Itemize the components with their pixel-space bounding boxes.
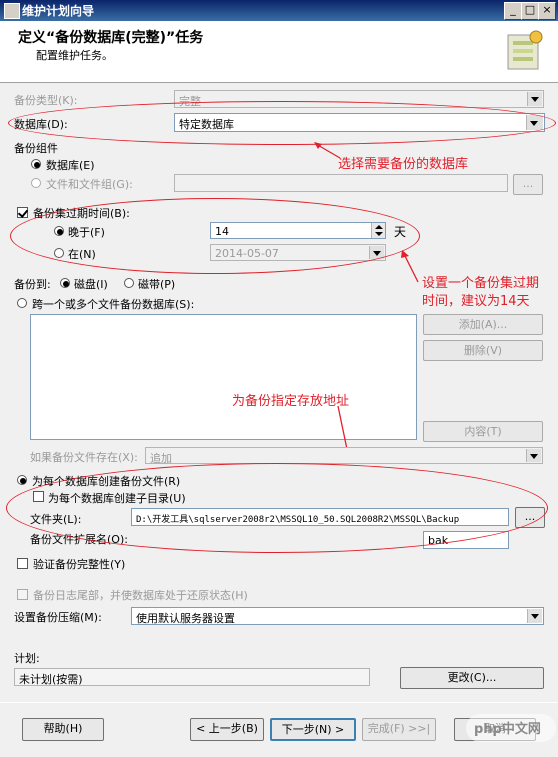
expire-on-label: 在(N) (68, 248, 96, 261)
annotation-arrow (401, 250, 419, 283)
title-bar: 维护计划向导 _ □ × (0, 0, 558, 21)
footer-divider (0, 702, 558, 703)
folder-input[interactable]: D:\开发工具\sqlserver2008r2\MSSQL10_50.SQL20… (131, 508, 509, 526)
annotation-arrow (314, 142, 341, 159)
extension-value: bak (428, 534, 449, 547)
annotation-expire-2: 时间，建议为14天 (422, 294, 530, 309)
chevron-down-icon (369, 246, 384, 259)
close-button[interactable]: × (538, 2, 556, 20)
back-button[interactable]: < 上一步(B) (190, 718, 264, 741)
expire-checkbox[interactable] (17, 207, 28, 218)
page-subtitle: 配置维护任务。 (36, 49, 113, 62)
annotation-select-db: 选择需要备份的数据库 (338, 157, 469, 172)
component-files-label: 文件和文件组(G): (46, 178, 133, 191)
component-database-label: 数据库(E) (46, 159, 95, 172)
expire-days-value: 14 (215, 225, 229, 238)
minimize-button[interactable]: _ (504, 2, 522, 20)
compression-select[interactable]: 使用默认服务器设置 (131, 607, 544, 625)
window-title: 维护计划向导 (22, 4, 95, 18)
help-button[interactable]: 帮助(H) (22, 718, 104, 741)
chevron-down-icon (526, 449, 541, 462)
watermark-text: php中文网 (474, 722, 541, 737)
component-files-radio[interactable] (31, 178, 41, 188)
finish-button[interactable]: 完成(F) >>| (362, 718, 436, 741)
per-db-file-label: 为每个数据库创建备份文件(R) (32, 475, 181, 488)
component-database-radio[interactable] (31, 159, 41, 169)
subdir-checkbox[interactable] (33, 491, 44, 502)
wizard-image-icon (507, 30, 543, 70)
backup-files-list[interactable] (30, 314, 417, 440)
app-icon (4, 3, 20, 19)
chevron-up-icon (375, 225, 383, 229)
backup-type-label: 备份类型(K): (14, 94, 78, 107)
verify-label: 验证备份完整性(Y) (33, 558, 126, 571)
compression-value: 使用默认服务器设置 (136, 612, 235, 625)
contents-button[interactable]: 内容(T) (423, 421, 543, 442)
tail-log-checkbox[interactable] (17, 589, 28, 600)
folder-value: D:\开发工具\sqlserver2008r2\MSSQL10_50.SQL20… (136, 515, 460, 525)
change-schedule-button[interactable]: 更改(C)... (400, 667, 544, 689)
expire-days-input[interactable]: 14 (210, 222, 386, 239)
compression-label: 设置备份压缩(M): (14, 611, 102, 624)
backup-components-label: 备份组件 (14, 142, 58, 155)
backup-to-tape-label: 磁带(P) (138, 278, 176, 291)
verify-checkbox[interactable] (17, 558, 28, 569)
annotation-path: 为备份指定存放地址 (232, 394, 350, 409)
expire-label: 备份集过期时间(B): (33, 207, 130, 220)
files-browse-button[interactable]: ... (513, 174, 543, 195)
if-exists-value: 追加 (150, 452, 172, 465)
files-input[interactable] (174, 174, 508, 192)
watermark: php中文网 (466, 714, 556, 742)
chevron-down-icon (375, 232, 383, 236)
next-button[interactable]: 下一步(N) > (270, 718, 356, 741)
maximize-button[interactable]: □ (521, 2, 539, 20)
expire-after-label: 晚于(F) (68, 226, 105, 239)
subdir-label: 为每个数据库创建子目录(U) (48, 492, 186, 505)
backup-type-select[interactable]: 完整 (174, 90, 544, 108)
database-label: 数据库(D): (14, 118, 68, 131)
annotation-expire-1: 设置一个备份集过期 (422, 276, 540, 291)
folder-browse-button[interactable]: ... (515, 507, 545, 528)
tail-log-label: 备份日志尾部，并使数据库处于还原状态(H) (33, 589, 248, 602)
if-exists-label: 如果备份文件存在(X): (30, 451, 138, 464)
wizard-header: 定义“备份数据库(完整)”任务 配置维护任务。 (0, 21, 558, 83)
extension-label: 备份文件扩展名(O): (30, 533, 128, 546)
remove-file-button[interactable]: 删除(V) (423, 340, 543, 361)
per-db-file-radio[interactable] (17, 475, 27, 485)
chevron-down-icon (527, 609, 542, 623)
backup-to-label: 备份到: (14, 278, 51, 291)
page-title: 定义“备份数据库(完整)”任务 (18, 30, 204, 46)
schedule-value: 未计划(按需) (19, 673, 83, 686)
backup-to-disk-radio[interactable] (60, 278, 70, 288)
expire-date-value: 2014-05-07 (215, 247, 279, 260)
extension-input[interactable]: bak (423, 531, 509, 549)
backup-to-tape-radio[interactable] (124, 278, 134, 288)
add-file-button[interactable]: 添加(A)... (423, 314, 543, 335)
days-unit-label: 天 (394, 225, 407, 239)
schedule-field: 未计划(按需) (14, 668, 370, 686)
schedule-label: 计划: (14, 652, 40, 665)
chevron-down-icon (526, 115, 543, 130)
if-exists-select[interactable]: 追加 (145, 447, 543, 465)
database-select[interactable]: 特定数据库 (174, 113, 545, 132)
database-value: 特定数据库 (179, 118, 234, 131)
expire-date-picker[interactable]: 2014-05-07 (210, 244, 386, 261)
backup-type-value: 完整 (179, 95, 201, 108)
spin-buttons[interactable] (371, 223, 385, 238)
expire-on-radio[interactable] (54, 248, 64, 258)
span-files-radio[interactable] (17, 298, 27, 308)
chevron-down-icon (527, 92, 542, 106)
expire-after-radio[interactable] (54, 226, 64, 236)
folder-label: 文件夹(L): (30, 513, 82, 526)
backup-to-disk-label: 磁盘(I) (74, 278, 108, 291)
span-files-label: 跨一个或多个文件备份数据库(S): (32, 298, 195, 311)
